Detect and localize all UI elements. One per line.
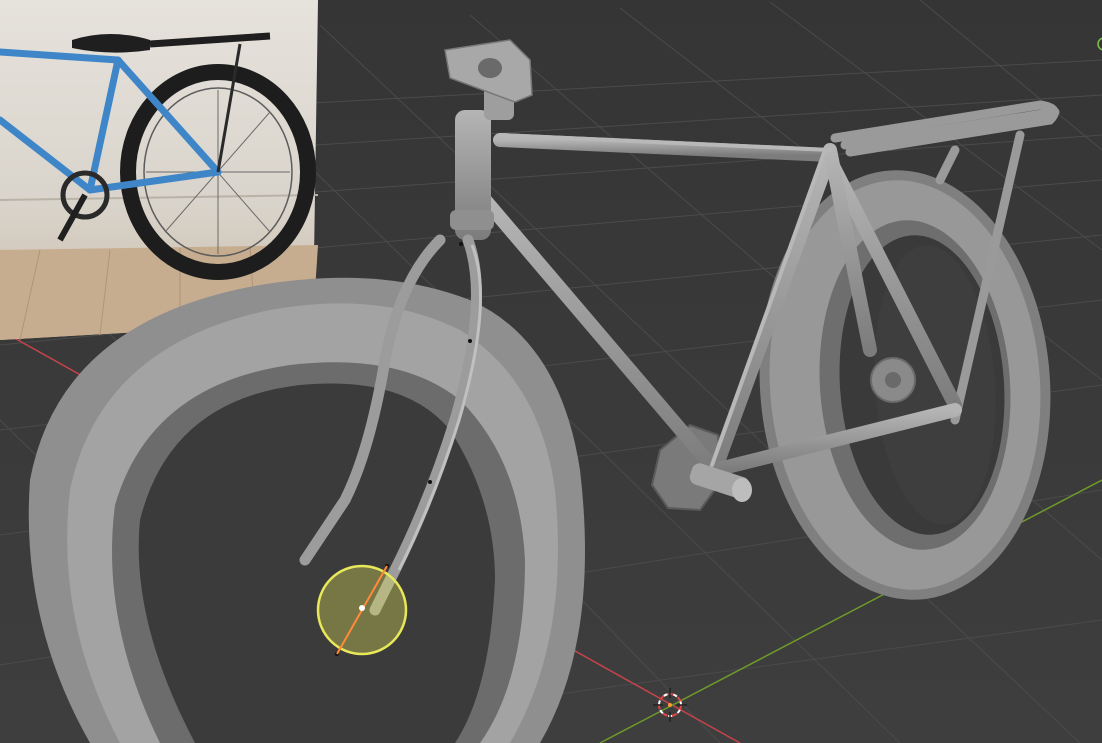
- front-tire[interactable]: [28, 277, 585, 743]
- 3d-viewport[interactable]: [0, 0, 1102, 743]
- viewport-canvas[interactable]: [0, 0, 1102, 743]
- rear-sprocket: [870, 357, 916, 403]
- head-tube: [450, 110, 494, 240]
- active-vertex[interactable]: [359, 605, 365, 611]
- proportional-edit-circle[interactable]: [316, 564, 408, 656]
